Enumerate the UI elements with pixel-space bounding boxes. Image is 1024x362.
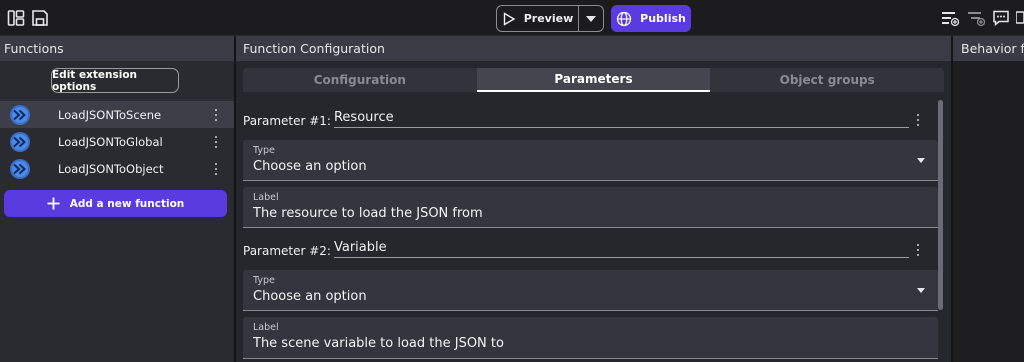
parameter-1-heading: Parameter #1: xyxy=(243,114,331,128)
preview-button[interactable]: Preview xyxy=(497,6,579,31)
type-field-label: Type xyxy=(253,275,275,286)
dropdown-caret-icon xyxy=(917,288,925,293)
add-new-function-label: Add a new function xyxy=(69,197,185,210)
more-toolbar-icon[interactable] xyxy=(1016,9,1024,27)
parameter-1-label-input[interactable]: Label The resource to load the JSON from xyxy=(243,187,938,228)
functions-panel-header: Functions xyxy=(0,36,234,61)
edit-extension-options-button[interactable]: Edit extension options xyxy=(51,68,179,93)
function-label: LoadJSONToGlobal xyxy=(58,134,163,149)
type-field-value: Choose an option xyxy=(253,159,367,174)
preview-dropdown-button[interactable] xyxy=(579,6,603,31)
function-label: LoadJSONToScene xyxy=(58,107,162,122)
function-icon xyxy=(10,104,30,125)
parameter-2-label-input[interactable]: Label The scene variable to load the JSO… xyxy=(243,317,938,359)
function-item-loadjsontoscene[interactable]: LoadJSONToScene xyxy=(0,101,234,128)
parameter-2-row: Parameter #2: Variable xyxy=(243,238,909,258)
more-options-icon[interactable] xyxy=(212,162,220,176)
chevron-down-icon xyxy=(586,15,596,22)
parameter-2-type-select[interactable]: Type Choose an option xyxy=(243,270,938,311)
parameter-1-row: Parameter #1: Resource xyxy=(243,108,909,128)
label-field-label: Label xyxy=(253,322,279,333)
publish-label: Publish xyxy=(640,12,686,25)
type-field-value: Choose an option xyxy=(253,289,367,304)
play-icon xyxy=(503,11,516,26)
parameters-scrollbar[interactable] xyxy=(938,100,943,310)
parameter-2-name-input[interactable]: Variable xyxy=(333,240,909,258)
more-options-icon[interactable] xyxy=(212,135,220,149)
preview-button-group: Preview xyxy=(496,5,604,32)
function-item-loadjsontoobject[interactable]: LoadJSONToObject xyxy=(0,155,234,182)
add-new-function-button[interactable]: Add a new function xyxy=(4,190,227,217)
configuration-tabs: Configuration Parameters Object groups xyxy=(243,68,944,92)
function-icon xyxy=(10,158,30,179)
tab-object-groups[interactable]: Object groups xyxy=(710,68,944,92)
label-field-label: Label xyxy=(253,192,279,203)
more-options-icon[interactable] xyxy=(212,108,220,122)
parameter-2-more-icon[interactable] xyxy=(914,244,922,256)
functions-panel: Edit extension options LoadJSONToScene L… xyxy=(0,61,234,362)
label-field-value: The resource to load the JSON from xyxy=(253,206,483,221)
function-item-loadjsontoglobal[interactable]: LoadJSONToGlobal xyxy=(0,128,234,155)
dropdown-caret-icon xyxy=(917,158,925,163)
parameter-1-type-select[interactable]: Type Choose an option xyxy=(243,140,938,181)
publish-button[interactable]: Publish xyxy=(611,5,691,32)
parameter-1-more-icon[interactable] xyxy=(914,114,922,126)
add-sub-event-icon[interactable] xyxy=(967,9,985,27)
label-field-value: The scene variable to load the JSON to xyxy=(253,336,504,351)
globe-icon xyxy=(617,11,632,26)
type-field-label: Type xyxy=(253,145,275,156)
save-icon[interactable] xyxy=(31,9,49,27)
function-icon xyxy=(10,131,30,152)
layout-panels-icon[interactable] xyxy=(7,9,25,27)
top-toolbar: Preview Publish xyxy=(0,0,1024,36)
function-label: LoadJSONToObject xyxy=(58,161,164,176)
behavior-functions-panel xyxy=(953,61,1024,362)
parameter-1-name-input[interactable]: Resource xyxy=(333,110,909,128)
tab-configuration[interactable]: Configuration xyxy=(243,68,477,92)
preview-label: Preview xyxy=(523,12,574,25)
plus-icon xyxy=(47,197,60,210)
behavior-functions-header: Behavior fu xyxy=(953,36,1024,61)
add-scene-events-icon[interactable] xyxy=(941,9,959,27)
function-configuration-header: Function Configuration xyxy=(236,36,951,61)
tab-parameters[interactable]: Parameters xyxy=(476,68,711,92)
parameter-2-heading: Parameter #2: xyxy=(243,244,331,258)
add-comment-icon[interactable] xyxy=(992,9,1010,27)
